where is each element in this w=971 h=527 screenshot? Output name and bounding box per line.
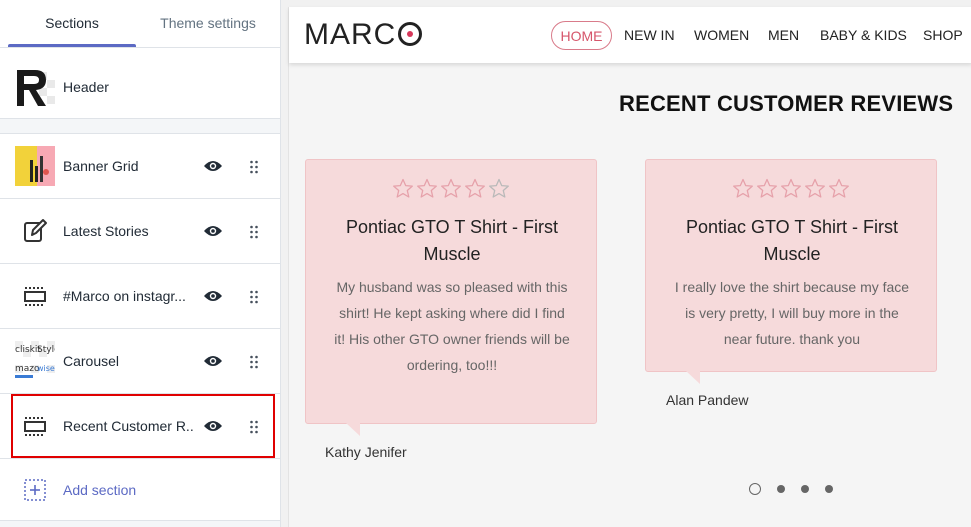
review-title: Pontiac GTO T Shirt - First Muscle bbox=[345, 217, 559, 264]
tab-sections[interactable]: Sections bbox=[8, 0, 136, 48]
section-placeholder-icon bbox=[15, 406, 55, 446]
nav-men[interactable]: MEN bbox=[768, 21, 799, 50]
carousel-pagination bbox=[749, 483, 839, 497]
section-label: Carousel bbox=[63, 353, 120, 369]
nav-women[interactable]: WOMEN bbox=[694, 21, 749, 50]
carousel-thumb-text: Style bbox=[37, 345, 55, 355]
section-row-header[interactable]: Header bbox=[0, 56, 280, 119]
tab-theme-settings[interactable]: Theme settings bbox=[140, 0, 276, 48]
drag-handle-icon[interactable] bbox=[249, 420, 259, 434]
section-row-recent-customer-reviews[interactable]: Recent Customer R... bbox=[0, 394, 280, 459]
nav-baby-kids[interactable]: BABY & KIDS bbox=[820, 21, 907, 50]
visibility-eye-icon[interactable] bbox=[203, 223, 223, 239]
active-tab-indicator bbox=[8, 44, 136, 47]
sidebar-footer bbox=[0, 520, 280, 527]
section-label: Banner Grid bbox=[63, 158, 139, 174]
pagination-dot[interactable] bbox=[825, 485, 833, 493]
review-card: Pontiac GTO T Shirt - First Muscle My hu… bbox=[305, 159, 597, 436]
pagination-dot[interactable] bbox=[749, 483, 761, 495]
visibility-eye-icon[interactable] bbox=[203, 418, 223, 434]
pagination-dot[interactable] bbox=[801, 485, 809, 493]
star-rating bbox=[306, 178, 596, 207]
logo-o-icon bbox=[398, 22, 423, 46]
add-section-label: Add section bbox=[63, 482, 137, 498]
theme-editor-sidebar: Sections Theme settings Header Banner Gr… bbox=[0, 0, 281, 527]
header-logo-thumbnail bbox=[15, 68, 55, 108]
reviews-heading: RECENT CUSTOMER REVIEWS bbox=[619, 91, 954, 116]
section-label: Header bbox=[63, 79, 109, 95]
visibility-eye-icon[interactable] bbox=[203, 353, 223, 369]
section-row-instagram[interactable]: #Marco on instagr... bbox=[0, 264, 280, 329]
drag-handle-icon[interactable] bbox=[249, 225, 259, 239]
visibility-eye-icon[interactable] bbox=[203, 158, 223, 174]
review-author: Alan Pandew bbox=[666, 392, 749, 408]
section-row-carousel[interactable]: cliskit Style mazo wise Carousel bbox=[0, 329, 280, 394]
review-text: I really love the shirt because my face … bbox=[674, 279, 910, 347]
review-title: Pontiac GTO T Shirt - First Muscle bbox=[685, 217, 899, 264]
section-row-latest-stories[interactable]: Latest Stories bbox=[0, 199, 280, 264]
nav-new-in[interactable]: NEW IN bbox=[624, 21, 675, 50]
sidebar-divider bbox=[0, 119, 280, 134]
star-rating bbox=[646, 178, 936, 207]
speech-tail bbox=[346, 423, 360, 436]
review-text: My husband was so pleased with this shir… bbox=[334, 279, 570, 373]
nav-home[interactable]: HOME bbox=[551, 21, 612, 50]
store-preview: MARC HOME NEW IN WOMEN MEN BABY & KIDS S… bbox=[288, 7, 971, 527]
section-label: Recent Customer R... bbox=[63, 418, 193, 434]
site-header: MARC HOME NEW IN WOMEN MEN BABY & KIDS S… bbox=[289, 7, 971, 63]
edit-icon bbox=[15, 211, 55, 251]
drag-handle-icon[interactable] bbox=[249, 355, 259, 369]
section-label: Latest Stories bbox=[63, 223, 149, 239]
banner-thumbnail bbox=[15, 146, 55, 186]
carousel-thumb-text: wise bbox=[37, 364, 55, 373]
visibility-eye-icon[interactable] bbox=[203, 288, 223, 304]
review-card: Pontiac GTO T Shirt - First Muscle I rea… bbox=[645, 159, 937, 384]
pagination-dot[interactable] bbox=[777, 485, 785, 493]
drag-handle-icon[interactable] bbox=[249, 290, 259, 304]
section-placeholder-icon bbox=[15, 276, 55, 316]
section-label: #Marco on instagr... bbox=[63, 288, 186, 304]
logo-text: MARC bbox=[304, 18, 397, 51]
store-logo[interactable]: MARC bbox=[304, 17, 423, 53]
sidebar-tabs: Sections Theme settings bbox=[0, 0, 280, 48]
add-section-icon bbox=[24, 479, 46, 501]
nav-shop[interactable]: SHOP bbox=[923, 21, 963, 50]
add-section-button[interactable]: Add section bbox=[0, 459, 280, 521]
review-author: Kathy Jenifer bbox=[325, 444, 407, 460]
section-row-banner-grid[interactable]: Banner Grid bbox=[0, 134, 280, 199]
carousel-thumbnail: cliskit Style mazo wise bbox=[15, 341, 60, 381]
speech-tail bbox=[686, 371, 700, 384]
drag-handle-icon[interactable] bbox=[249, 160, 259, 174]
